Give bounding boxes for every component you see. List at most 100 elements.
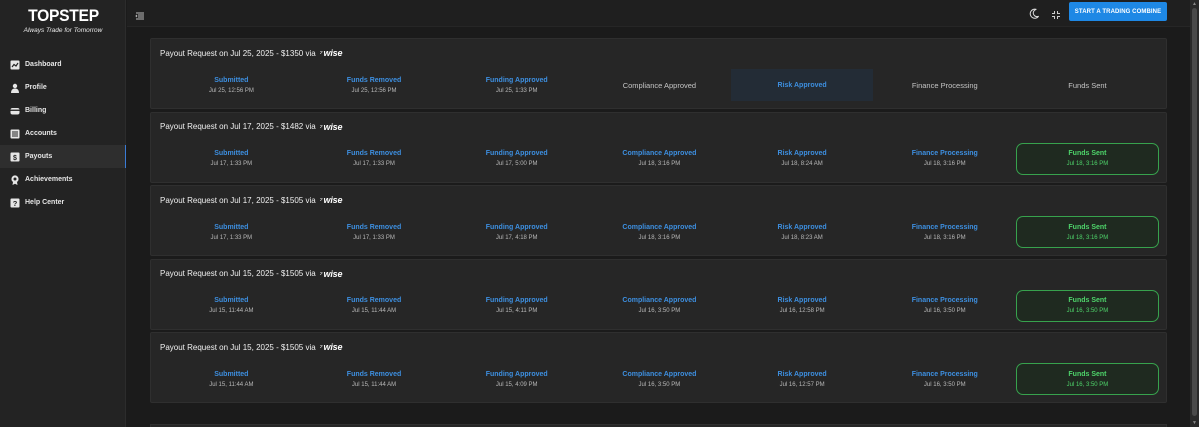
step-funds-removed: Funds Removed Jul 15, 11:44 AM [303,290,446,322]
step-funds-sent: Funds Sent [1016,69,1159,101]
sidebar-item-help-center[interactable]: ? Help Center [0,191,126,214]
payout-title: Payout Request on Jul 17, 2025 - $1482 v… [160,122,342,132]
payout-steps: Submitted Jul 17, 1:33 PM Funds Removed Jul… [160,142,1159,175]
payout-title-text: Payout Request on Jul 25, 2025 - $1350 v… [160,48,316,58]
step-label: Risk Approved [777,223,827,231]
step-label: Compliance Approved [622,223,697,231]
step-time: Jul 16, 12:57 PM [779,381,825,388]
step-time: Jul 18, 3:16 PM [638,161,681,167]
step-time: Jul 18, 3:16 PM [1066,161,1109,167]
start-trading-combine-button[interactable]: START A TRADING COMBINE [1069,2,1167,21]
step-time: Jul 25, 12:56 PM [208,87,254,94]
menu-toggle-icon[interactable] [135,8,145,20]
step-funding-approved: Funding Approved Jul 15, 4:09 PM [445,363,588,395]
step-risk-approved: Risk Approved Jul 18, 8:24 AM [731,143,874,175]
step-funding-approved: Funding Approved Jul 17, 4:18 PM [445,216,588,248]
step-risk-approved: Risk Approved Jul 18, 8:23 AM [731,216,874,248]
payout-steps: Submitted Jul 15, 11:44 AM Funds Removed Ju… [160,363,1159,395]
sidebar-item-accounts[interactable]: Accounts [0,122,126,145]
step-label: Submitted [214,370,249,378]
step-time: Jul 17, 1:33 PM [210,234,253,241]
step-funds-sent: Funds Sent Jul 16, 3:50 PM [1016,289,1159,322]
sidebar-item-label: Dashboard [25,61,62,68]
step-label: Funding Approved [485,370,548,378]
step-label: Funds Sent [1068,297,1107,304]
sidebar-item-achievements[interactable]: Achievements [0,168,126,191]
step-submitted: Submitted Jul 17, 1:33 PM [160,216,303,248]
wise-logo: ⁷wise [320,195,343,205]
step-time: Jul 17, 4:18 PM [495,234,538,241]
step-label: Compliance Approved [622,80,697,90]
payout-title: Payout Request on Jul 17, 2025 - $1505 v… [160,195,342,205]
step-time: Jul 16, 3:50 PM [923,381,966,388]
step-label: Risk Approved [777,297,827,304]
payout-card: Payout Request on Jul 25, 2025 - $1350 v… [150,38,1167,109]
wise-logo: ⁷wise [320,122,343,132]
step-label: Finance Processing [911,80,978,90]
sidebar-item-label: Achievements [25,176,73,183]
payout-steps: Submitted Jul 15, 11:44 AM Funds Removed Ju… [160,289,1159,322]
step-time: Jul 18, 8:24 AM [781,161,823,167]
fullscreen-icon[interactable] [1051,7,1061,19]
step-finance-processing: Finance Processing Jul 18, 3:16 PM [873,143,1016,175]
logo-tagline: Always Trade for Tomorrow [23,27,103,34]
wise-logo-text: wise [323,268,343,279]
step-time: Jul 18, 3:16 PM [1066,234,1109,241]
step-time: Jul 16, 3:50 PM [638,381,681,388]
sidebar-item-profile[interactable]: Profile [0,76,126,99]
step-submitted: Submitted Jul 17, 1:33 PM [160,143,303,175]
step-label: Finance Processing [911,223,978,231]
step-time: Jul 15, 11:44 AM [351,308,397,314]
step-label: Funds Removed [346,150,402,157]
wise-flag-icon: ⁷ [319,49,323,58]
step-label: Submitted [214,223,249,231]
payout-title-text: Payout Request on Jul 17, 2025 - $1505 v… [160,195,316,205]
sidebar-item-billing[interactable]: Billing [0,99,126,122]
payout-card: Payout Request on Jul 15, 2025 - $1505 v… [150,332,1167,403]
step-time: Jul 25, 1:33 PM [495,87,538,94]
list-icon [10,129,20,139]
payout-steps: Submitted Jul 17, 1:33 PM Funds Removed Jul… [160,216,1159,248]
step-time: Jul 15, 11:44 AM [209,381,254,388]
sidebar-item-payouts[interactable]: $ Payouts [0,145,126,168]
step-label: Funds Sent [1068,370,1107,378]
step-time: Jul 18, 3:16 PM [923,234,966,241]
sidebar-item-label: Profile [25,84,47,91]
payout-title-text: Payout Request on Jul 15, 2025 - $1505 v… [160,269,316,278]
step-time: Jul 17, 1:33 PM [353,234,395,241]
scroll-thumb[interactable] [1192,8,1197,416]
logo[interactable]: TOPSTEP Always Trade for Tomorrow [0,6,126,34]
scroll-down-icon[interactable]: ▼ [1192,420,1197,426]
wise-logo: ⁷wise [320,342,343,352]
step-time: Jul 15, 11:44 AM [351,381,397,388]
step-funding-approved: Funding Approved Jul 15, 4:11 PM [445,290,588,322]
wise-flag-icon: ⁷ [319,122,323,132]
step-label: Compliance Approved [622,370,697,378]
scrollbar[interactable]: ▲ ▼ [1190,0,1199,427]
step-finance-processing: Finance Processing Jul 18, 3:16 PM [873,216,1016,248]
scroll-up-icon[interactable]: ▲ [1192,1,1197,7]
step-compliance-approved: Compliance Approved Jul 18, 3:16 PM [588,143,731,175]
step-risk-approved: Risk Approved Jul 16, 12:57 PM [731,363,874,395]
step-label: Risk Approved [777,81,827,89]
step-finance-processing: Finance Processing [873,69,1016,101]
step-funding-approved: Funding Approved Jul 25, 1:33 PM [445,69,588,101]
sidebar-item-label: Accounts [25,130,57,137]
step-label: Risk Approved [777,370,827,378]
step-time: Jul 15, 4:11 PM [496,308,538,314]
step-finance-processing: Finance Processing Jul 16, 3:50 PM [873,363,1016,395]
sidebar-item-label: Payouts [25,153,53,160]
step-time: Jul 15, 11:44 AM [209,308,254,314]
step-label: Funding Approved [485,150,548,157]
step-label: Finance Processing [911,150,978,157]
step-compliance-approved: Compliance Approved [588,69,731,101]
payout-icon: $ [10,152,20,162]
step-label: Submitted [214,150,249,157]
step-label: Funds Removed [346,297,402,304]
step-funds-removed: Funds Removed Jul 17, 1:33 PM [303,216,446,248]
sidebar-item-dashboard[interactable]: Dashboard [0,53,126,76]
moon-icon[interactable] [1029,6,1040,19]
step-funds-sent: Funds Sent Jul 18, 3:16 PM [1016,142,1159,175]
payout-card: Payout Request on Jul 17, 2025 - $1482 v… [150,111,1167,183]
payout-list: Payout Request on Jul 25, 2025 - $1350 v… [150,38,1167,406]
